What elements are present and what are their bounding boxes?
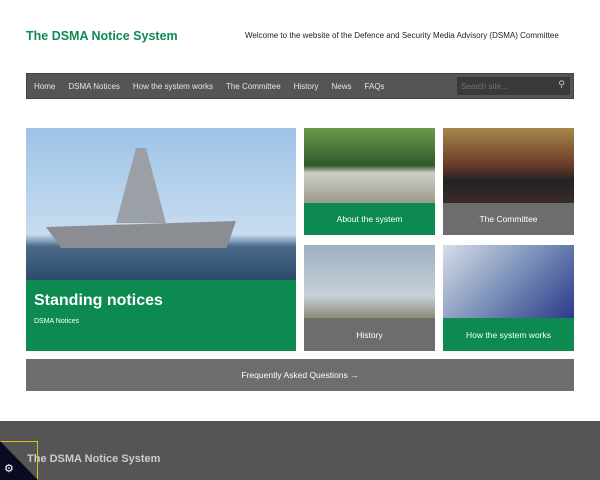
faq-button[interactable]: Frequently Asked Questions → bbox=[26, 359, 574, 391]
committee-image bbox=[443, 128, 574, 203]
building-image bbox=[304, 128, 435, 203]
browser-image bbox=[443, 245, 574, 318]
search-icon[interactable]: ⚲ bbox=[558, 79, 565, 90]
tile-label: About the system bbox=[304, 203, 435, 235]
tile-committee[interactable]: The Committee bbox=[443, 128, 574, 235]
nav-home[interactable]: Home bbox=[34, 82, 55, 91]
tile-about-system[interactable]: About the system bbox=[304, 128, 435, 235]
footer: The DSMA Notice System bbox=[0, 421, 600, 480]
hero-subtitle: DSMA Notices bbox=[34, 318, 80, 325]
gear-icon[interactable]: ⚙ bbox=[4, 462, 14, 475]
nav-faqs[interactable]: FAQs bbox=[365, 82, 385, 91]
tile-label: How the system works bbox=[443, 318, 574, 351]
search-input[interactable] bbox=[457, 77, 570, 95]
nav-how-system-works[interactable]: How the system works bbox=[133, 82, 213, 91]
nav-history[interactable]: History bbox=[294, 82, 319, 91]
nav-news[interactable]: News bbox=[332, 82, 352, 91]
hero-standing-notices[interactable]: Standing notices DSMA Notices bbox=[26, 128, 296, 351]
tile-label: History bbox=[304, 318, 435, 351]
nav-dsma-notices[interactable]: DSMA Notices bbox=[68, 82, 120, 91]
warship-image bbox=[26, 128, 296, 280]
tile-how-system-works[interactable]: How the system works bbox=[443, 245, 574, 351]
tile-history[interactable]: History bbox=[304, 245, 435, 351]
footer-title: The DSMA Notice System bbox=[27, 453, 161, 465]
tile-label: The Committee bbox=[443, 203, 574, 235]
hero-title: Standing notices bbox=[34, 292, 163, 309]
welcome-text: Welcome to the website of the Defence an… bbox=[245, 31, 559, 40]
nav-committee[interactable]: The Committee bbox=[226, 82, 281, 91]
aircraft-image bbox=[304, 245, 435, 318]
main-nav: Home DSMA Notices How the system works T… bbox=[26, 73, 574, 99]
site-title[interactable]: The DSMA Notice System bbox=[26, 29, 178, 43]
